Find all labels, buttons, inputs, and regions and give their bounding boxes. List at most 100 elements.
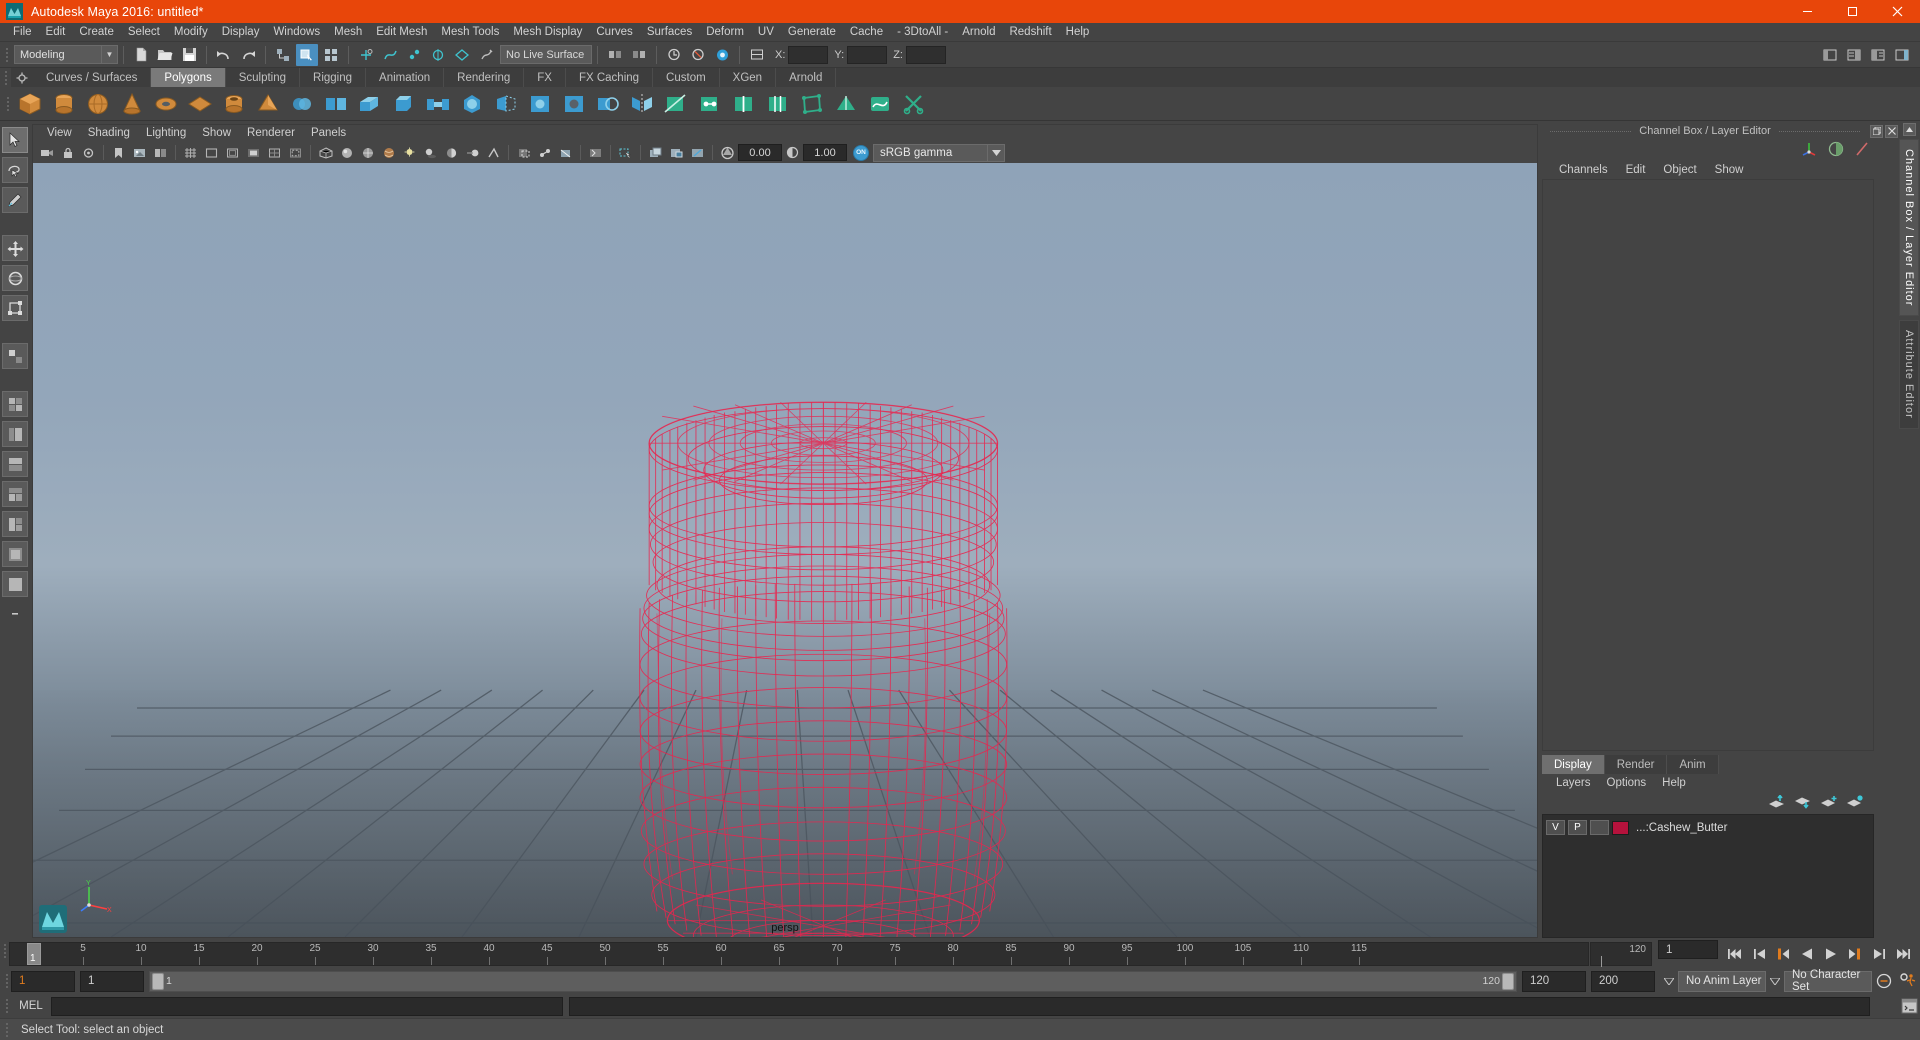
- menu-edit[interactable]: Edit: [39, 23, 73, 42]
- axis-gizmo-icon[interactable]: [1801, 140, 1818, 160]
- animation-end-time-field[interactable]: 200: [1591, 970, 1655, 992]
- textured-icon[interactable]: [379, 144, 398, 162]
- command-line-label[interactable]: MEL: [11, 1000, 51, 1012]
- tab-display-layers[interactable]: Display: [1542, 755, 1605, 774]
- select-by-object-icon[interactable]: [296, 43, 318, 66]
- input-connections-icon[interactable]: [604, 44, 626, 66]
- vertical-tab-attribute-editor[interactable]: Attribute Editor: [1899, 320, 1919, 430]
- go-to-end-icon[interactable]: [1892, 943, 1914, 965]
- statusline-grip[interactable]: [2, 44, 11, 66]
- field-chart-icon[interactable]: [265, 144, 284, 162]
- menu-cache[interactable]: Cache: [843, 23, 890, 42]
- offset-edge-loop-icon[interactable]: [762, 88, 794, 120]
- step-forward-frame-icon[interactable]: [1844, 943, 1866, 965]
- exposure-icon[interactable]: [718, 144, 737, 162]
- go-to-start-icon[interactable]: [1724, 943, 1746, 965]
- rangeslider-grip[interactable]: [2, 970, 11, 992]
- layer-color-swatch[interactable]: [1612, 820, 1629, 835]
- menu-surfaces[interactable]: Surfaces: [640, 23, 699, 42]
- animation-preferences-icon[interactable]: [1896, 970, 1920, 992]
- shadows-icon[interactable]: [421, 144, 440, 162]
- exposure-field[interactable]: 0.00: [738, 144, 782, 161]
- vertical-tab-channel-box[interactable]: Channel Box / Layer Editor: [1899, 139, 1919, 317]
- scale-tool-icon[interactable]: [2, 295, 28, 321]
- crease-tool-icon[interactable]: [830, 88, 862, 120]
- anim-layer-select[interactable]: No Anim Layer: [1678, 970, 1766, 992]
- film-gate-icon[interactable]: [202, 144, 221, 162]
- make-live-icon[interactable]: [475, 44, 497, 66]
- move-layer-down-icon[interactable]: [1794, 795, 1812, 812]
- two-pane-icon[interactable]: [151, 144, 170, 162]
- close-button[interactable]: [1875, 0, 1920, 23]
- multi-cut-icon[interactable]: [660, 88, 692, 120]
- poly-cylinder-icon[interactable]: [48, 88, 80, 120]
- range-slider-right-handle[interactable]: [1502, 972, 1514, 990]
- new-layer-icon[interactable]: [1820, 795, 1838, 812]
- menu-deform[interactable]: Deform: [699, 23, 751, 42]
- insert-edge-loop-icon[interactable]: [728, 88, 760, 120]
- tool-settings-icon[interactable]: [1867, 44, 1889, 66]
- anim-layer-chevron-down-icon[interactable]: [1660, 971, 1678, 992]
- bevel-icon[interactable]: [388, 88, 420, 120]
- extrude-icon[interactable]: [354, 88, 386, 120]
- lock-camera-icon[interactable]: [58, 144, 77, 162]
- make-hole-icon[interactable]: [558, 88, 590, 120]
- viewport-menu-view[interactable]: View: [39, 125, 80, 142]
- color-management-select[interactable]: sRGB gamma: [873, 143, 988, 162]
- select-camera-icon[interactable]: [37, 144, 56, 162]
- coordinate-toggle-icon[interactable]: [746, 44, 768, 66]
- two-pane-stacked-layout-icon[interactable]: [2, 511, 28, 537]
- shelf-options-gear-icon[interactable]: [11, 68, 33, 87]
- view-settings-icon[interactable]: [688, 144, 707, 162]
- range-slider-bar[interactable]: 1 120: [149, 970, 1517, 992]
- ssao-icon[interactable]: [442, 144, 461, 162]
- character-set-select[interactable]: No Character Set: [1784, 969, 1872, 993]
- poly-plane-icon[interactable]: [184, 88, 216, 120]
- menu-create[interactable]: Create: [72, 23, 121, 42]
- single-perspective-layout-icon[interactable]: [2, 571, 28, 597]
- poly-torus-icon[interactable]: [150, 88, 182, 120]
- isolate-select-icon[interactable]: [586, 144, 605, 162]
- select-tool-icon[interactable]: [2, 127, 28, 153]
- color-management-toggle[interactable]: ON: [853, 144, 869, 161]
- shelf-tab-custom[interactable]: Custom: [653, 68, 720, 87]
- shelf-tab-xgen[interactable]: XGen: [719, 68, 777, 87]
- xray-joints-icon[interactable]: [535, 144, 554, 162]
- output-connections-icon[interactable]: [628, 44, 650, 66]
- channelbox-menu-channels[interactable]: Channels: [1550, 164, 1617, 176]
- grid-toggle-icon[interactable]: [181, 144, 200, 162]
- smooth-icon[interactable]: [456, 88, 488, 120]
- more-layouts-icon[interactable]: [2, 601, 28, 627]
- booleans-icon[interactable]: [592, 88, 624, 120]
- snap-to-view-plane-icon[interactable]: [451, 44, 473, 66]
- construction-history-icon[interactable]: [663, 44, 685, 66]
- playback-start-time-field[interactable]: 1: [80, 970, 144, 992]
- poly-pipe-icon[interactable]: [218, 88, 250, 120]
- new-scene-icon[interactable]: [130, 44, 152, 66]
- motion-blur-icon[interactable]: [463, 144, 482, 162]
- rotate-tool-icon[interactable]: [2, 265, 28, 291]
- menu-arnold[interactable]: Arnold: [955, 23, 1002, 42]
- snap-to-point-icon[interactable]: [403, 44, 425, 66]
- step-back-frame-icon[interactable]: [1772, 943, 1794, 965]
- attribute-editor-icon[interactable]: [1843, 44, 1865, 66]
- gate-mask-icon[interactable]: [244, 144, 263, 162]
- menu-file[interactable]: File: [6, 23, 39, 42]
- color-management-chevron-down-icon[interactable]: [988, 143, 1005, 162]
- duplicate-view-icon[interactable]: [646, 144, 665, 162]
- shelf-tab-sculpting[interactable]: Sculpting: [225, 68, 301, 87]
- timeslider-grip[interactable]: [0, 940, 9, 962]
- layer-name[interactable]: ...:Cashew_Butter: [1636, 822, 1727, 834]
- select-marquee-icon[interactable]: [616, 144, 635, 162]
- layer-shading-toggle[interactable]: [1590, 820, 1609, 835]
- channel-box-icon[interactable]: [1891, 44, 1913, 66]
- quad-draw-icon[interactable]: [796, 88, 828, 120]
- coord-z-field[interactable]: [905, 45, 946, 64]
- shelf-icons-grip[interactable]: [2, 96, 13, 111]
- shaded-wireframe-icon[interactable]: [358, 144, 377, 162]
- use-lights-icon[interactable]: [400, 144, 419, 162]
- viewport-menu-renderer[interactable]: Renderer: [239, 125, 303, 142]
- move-tool-icon[interactable]: [2, 235, 28, 261]
- cut-faces-icon[interactable]: [898, 88, 930, 120]
- layer-row[interactable]: V P ...:Cashew_Butter: [1546, 819, 1870, 836]
